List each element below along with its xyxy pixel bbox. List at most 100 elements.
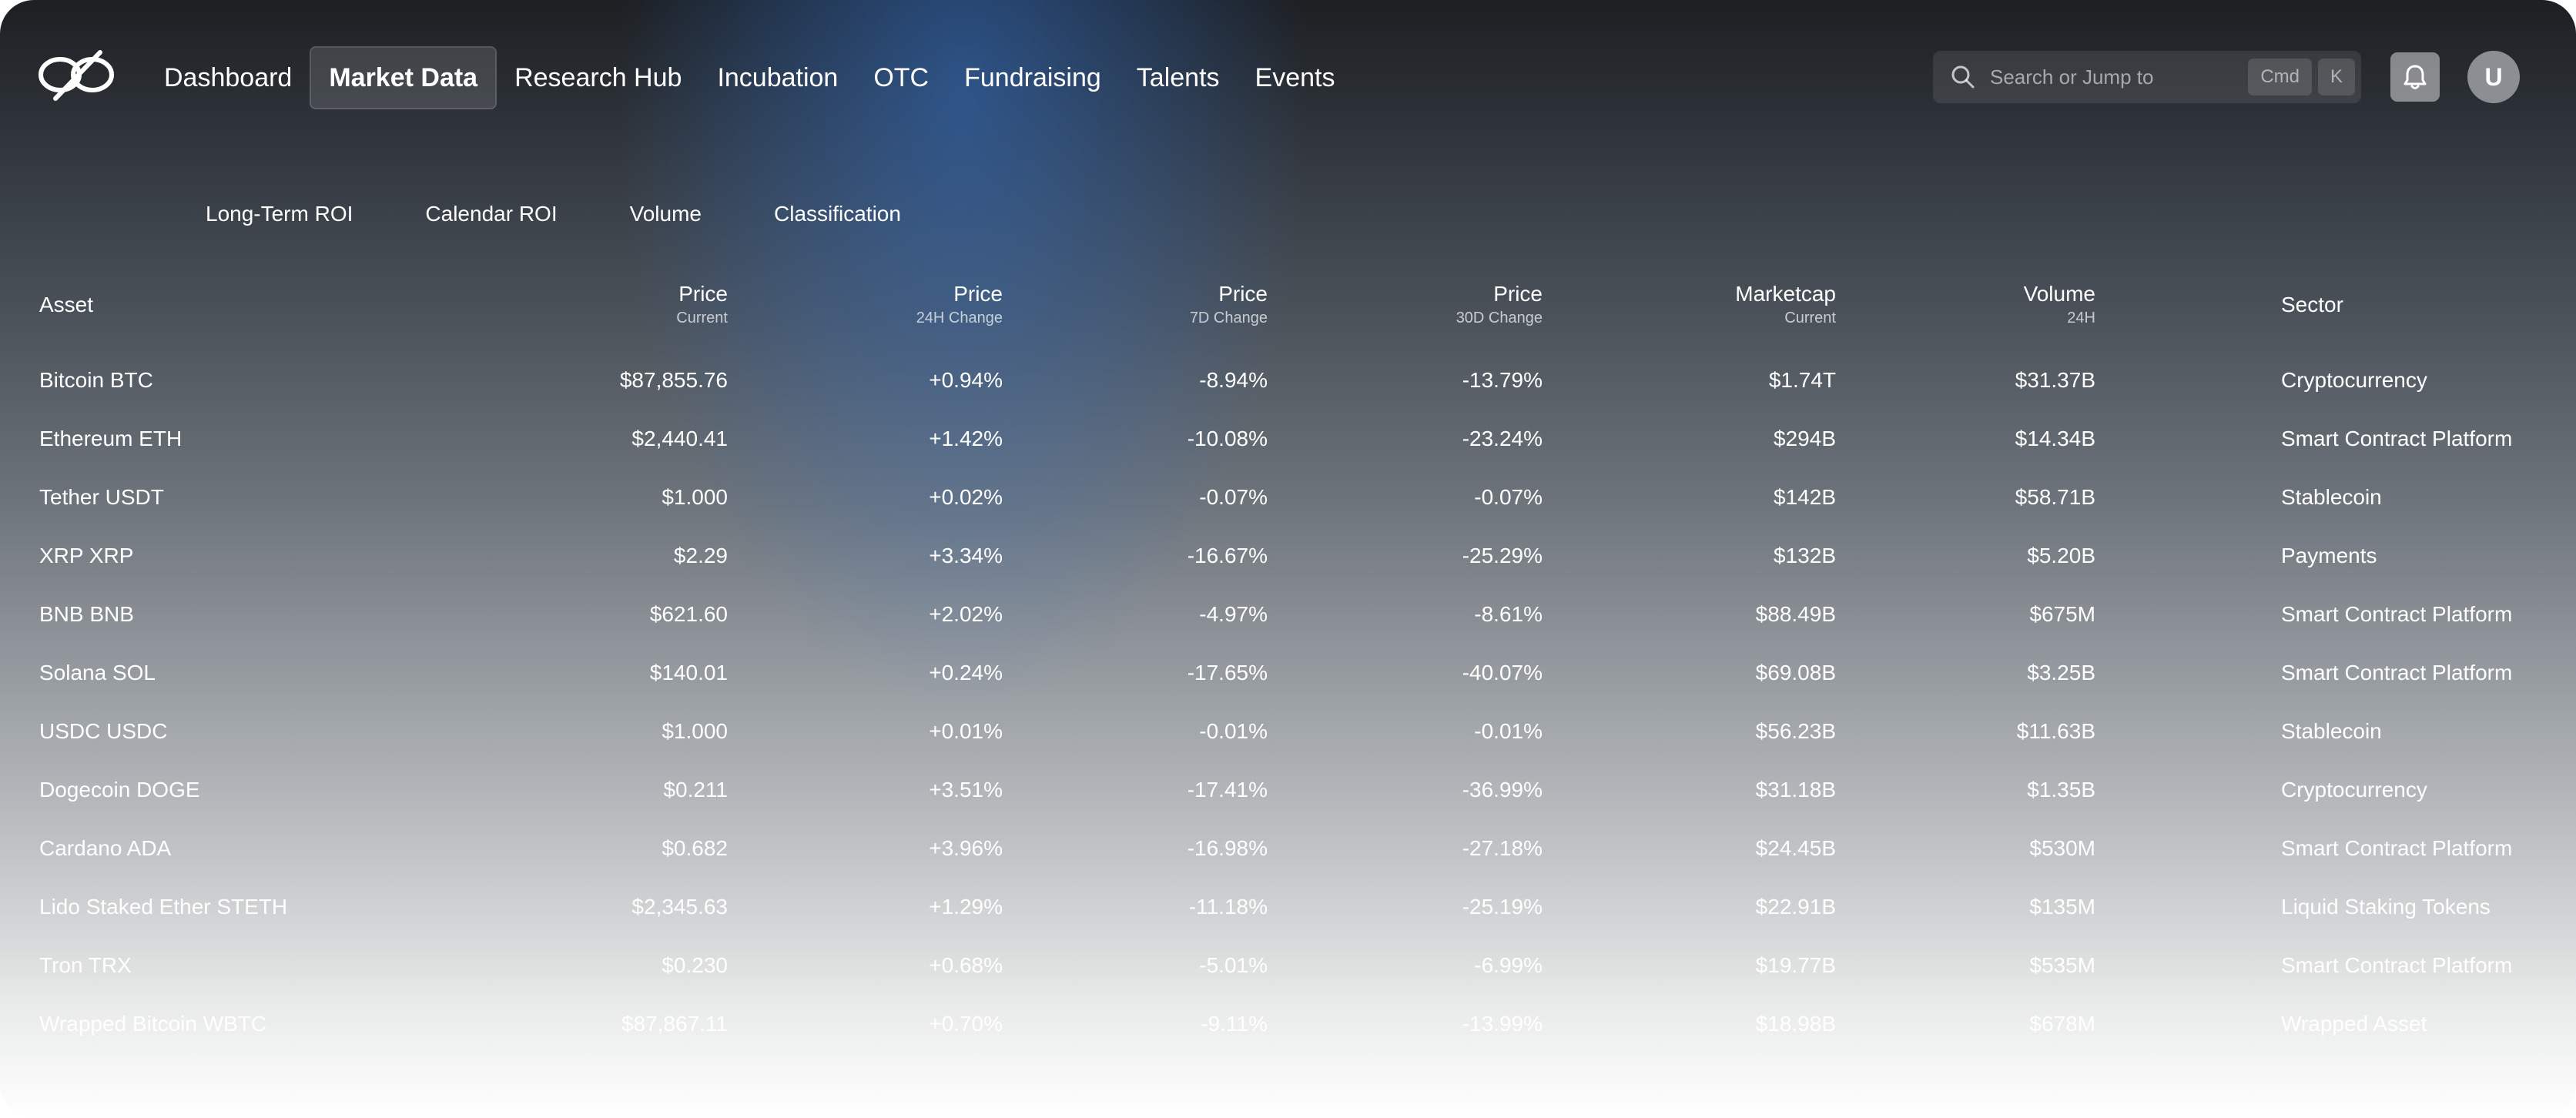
cell-marketcap: $132B xyxy=(1774,544,1836,567)
nav-incubation[interactable]: Incubation xyxy=(699,46,856,109)
cell-price-7d-change: -10.08% xyxy=(1187,427,1268,450)
cell-marketcap: $22.91B xyxy=(1755,895,1836,919)
cell-price-7d-change: -17.65% xyxy=(1187,661,1268,685)
cell-marketcap: $88.49B xyxy=(1755,602,1836,626)
cell-sector: Liquid Staking Tokens xyxy=(2281,895,2491,919)
cell-marketcap: $31.18B xyxy=(1755,778,1836,802)
cell-price-30d-change: -0.01% xyxy=(1474,719,1543,743)
column-header-price-30d-change[interactable]: Price 30D Change xyxy=(1311,282,1543,327)
cell-volume-24h: $1.35B xyxy=(2027,778,2095,802)
cell-marketcap: $1.74T xyxy=(1768,368,1836,392)
shortcut-k: K xyxy=(2317,59,2355,95)
nav-dashboard[interactable]: Dashboard xyxy=(146,46,310,109)
column-header-asset[interactable]: Asset xyxy=(39,293,93,317)
cell-price-current: $2,345.63 xyxy=(631,895,728,919)
cell-price-30d-change: -8.61% xyxy=(1474,602,1543,626)
cell-price-current: $2,440.41 xyxy=(631,427,728,450)
cell-price-current: $140.01 xyxy=(649,661,728,685)
cell-price-30d-change: -13.79% xyxy=(1462,368,1543,392)
column-header-price-7d-change[interactable]: Price 7D Change xyxy=(1037,282,1268,327)
cell-asset: Wrapped Bitcoin WBTC xyxy=(39,1012,267,1036)
cell-asset: Cardano ADA xyxy=(39,836,172,860)
nav-talents[interactable]: Talents xyxy=(1119,46,1238,109)
search-input[interactable]: Search or Jump to Cmd K xyxy=(1933,51,2361,103)
column-header-volume-24h[interactable]: Volume 24H xyxy=(1864,282,2095,327)
cell-volume-24h: $535M xyxy=(2029,953,2095,977)
tab-volume[interactable]: Volume xyxy=(630,202,702,233)
cell-price-30d-change: -0.07% xyxy=(1474,485,1543,509)
column-subtitle: 30D Change xyxy=(1455,310,1543,326)
cell-asset: Solana SOL xyxy=(39,661,156,685)
cell-price-30d-change: -36.99% xyxy=(1462,778,1543,802)
cell-volume-24h: $5.20B xyxy=(2027,544,2095,567)
cell-volume-24h: $14.34B xyxy=(2015,427,2095,450)
cell-price-7d-change: -4.97% xyxy=(1199,602,1268,626)
cell-price-current: $1.000 xyxy=(662,719,728,743)
column-header-price-24h-change[interactable]: Price 24H Change xyxy=(772,282,1003,327)
avatar[interactable]: U xyxy=(2467,51,2520,103)
cell-price-7d-change: -9.11% xyxy=(1201,1012,1268,1036)
cell-sector: Payments xyxy=(2281,544,2377,567)
cell-asset: USDC USDC xyxy=(39,719,168,743)
cell-price-7d-change: -5.01% xyxy=(1199,953,1268,977)
cell-sector: Cryptocurrency xyxy=(2281,778,2427,802)
tab-calendar-roi[interactable]: Calendar ROI xyxy=(425,202,557,233)
shortcut-cmd: Cmd xyxy=(2248,59,2312,95)
cell-price-24h-change: +3.34% xyxy=(929,544,1003,567)
cell-marketcap: $142B xyxy=(1774,485,1836,509)
cell-price-7d-change: -16.67% xyxy=(1187,544,1268,567)
column-title: Volume xyxy=(2023,282,2095,306)
cell-sector: Stablecoin xyxy=(2281,719,2382,743)
nav-fundraising[interactable]: Fundraising xyxy=(946,46,1119,109)
column-title: Price xyxy=(953,282,1003,306)
cell-asset: Tron TRX xyxy=(39,953,132,977)
tab-long-term-roi[interactable]: Long-Term ROI xyxy=(206,202,353,233)
cell-price-30d-change: -23.24% xyxy=(1462,427,1543,450)
cell-asset: Lido Staked Ether STETH xyxy=(39,895,288,919)
column-header-marketcap[interactable]: Marketcap Current xyxy=(1605,282,1836,327)
cell-price-7d-change: -16.98% xyxy=(1187,836,1268,860)
cell-price-30d-change: -40.07% xyxy=(1462,661,1543,685)
cell-asset: Tether USDT xyxy=(39,485,164,509)
nav-research-hub[interactable]: Research Hub xyxy=(497,46,699,109)
cell-price-current: $0.682 xyxy=(662,836,728,860)
cell-sector: Smart Contract Platform xyxy=(2281,602,2513,626)
cell-marketcap: $18.98B xyxy=(1755,1012,1836,1036)
cell-price-7d-change: -17.41% xyxy=(1187,778,1268,802)
notifications-button[interactable] xyxy=(2390,52,2440,102)
cell-price-24h-change: +2.02% xyxy=(929,602,1003,626)
nav-events[interactable]: Events xyxy=(1238,46,1353,109)
cell-sector: Cryptocurrency xyxy=(2281,368,2427,392)
tab-classification[interactable]: Classification xyxy=(774,202,901,233)
cell-price-current: $0.211 xyxy=(663,778,728,802)
cell-volume-24h: $135M xyxy=(2029,895,2095,919)
nav-market-data[interactable]: Market Data xyxy=(310,46,497,109)
cell-asset: XRP XRP xyxy=(39,544,134,567)
cell-sector: Wrapped Asset xyxy=(2281,1012,2427,1036)
column-subtitle: 24H xyxy=(2067,310,2095,326)
cell-price-7d-change: -8.94% xyxy=(1199,368,1268,392)
cell-marketcap: $24.45B xyxy=(1755,836,1836,860)
cell-price-24h-change: +0.68% xyxy=(929,953,1003,977)
nav-otc[interactable]: OTC xyxy=(856,46,946,109)
cell-marketcap: $69.08B xyxy=(1755,661,1836,685)
cell-volume-24h: $31.37B xyxy=(2015,368,2095,392)
logo-icon[interactable] xyxy=(37,48,116,102)
cell-price-30d-change: -13.99% xyxy=(1462,1012,1543,1036)
column-subtitle: Current xyxy=(676,310,728,326)
bell-icon xyxy=(2403,65,2427,89)
cell-marketcap: $56.23B xyxy=(1755,719,1836,743)
cell-asset: BNB BNB xyxy=(39,602,134,626)
cell-volume-24h: $675M xyxy=(2029,602,2095,626)
column-header-sector[interactable]: Sector xyxy=(2281,293,2343,317)
cell-price-current: $0.230 xyxy=(662,953,728,977)
cell-volume-24h: $3.25B xyxy=(2027,661,2095,685)
cell-price-7d-change: -0.07% xyxy=(1199,485,1268,509)
column-title: Asset xyxy=(39,293,94,316)
column-header-price-current[interactable]: Price Current xyxy=(497,282,728,327)
cell-price-30d-change: -6.99% xyxy=(1474,953,1543,977)
search-placeholder: Search or Jump to xyxy=(1990,65,2154,89)
cell-price-24h-change: +0.24% xyxy=(929,661,1003,685)
cell-asset: Ethereum ETH xyxy=(39,427,183,450)
cell-asset: Bitcoin BTC xyxy=(39,368,153,392)
